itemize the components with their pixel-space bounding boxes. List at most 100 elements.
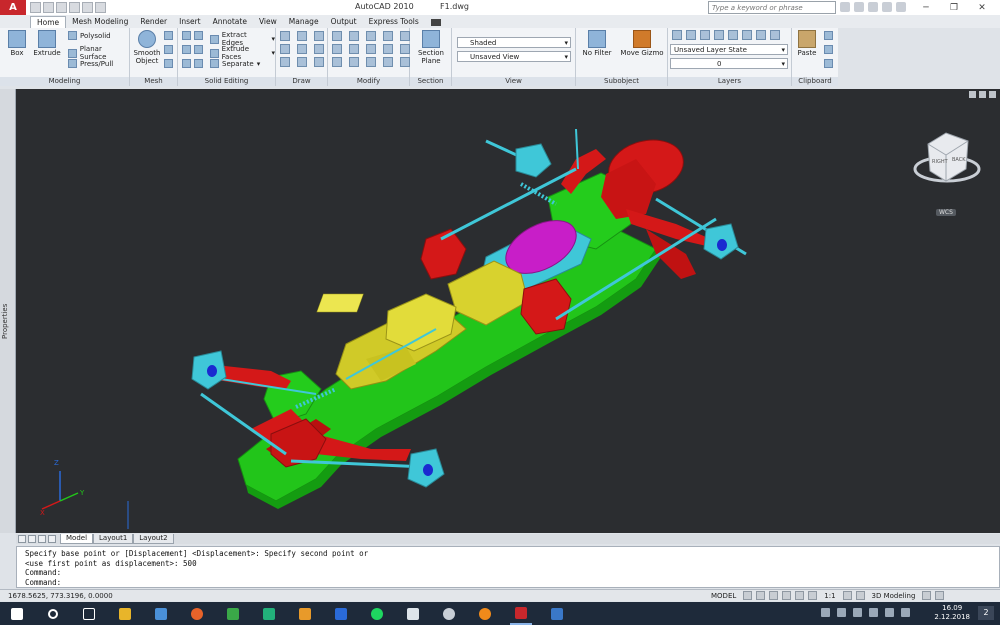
rotate-icon[interactable]: [366, 31, 376, 41]
press-pull-button[interactable]: Press/Pull: [68, 59, 113, 68]
3d-array-icon[interactable]: [349, 44, 359, 54]
save-icon[interactable]: [56, 2, 67, 13]
application-menu-button[interactable]: A: [0, 0, 26, 15]
taskbar-task-view[interactable]: [78, 603, 100, 625]
action-center-button[interactable]: 2: [978, 606, 994, 620]
layer-match-icon[interactable]: [742, 30, 752, 40]
taskbar-search[interactable]: [42, 603, 64, 625]
chevron-up-icon[interactable]: [853, 608, 862, 617]
panel-title-mesh[interactable]: Mesh: [130, 77, 177, 86]
ellipse-icon[interactable]: [314, 57, 324, 67]
tab-render[interactable]: Render: [134, 16, 173, 28]
panel-title-modeling[interactable]: Modeling: [0, 77, 129, 86]
tab-insert[interactable]: Insert: [173, 16, 207, 28]
panel-title-view[interactable]: View: [452, 77, 575, 86]
auto-scale-icon[interactable]: [855, 591, 865, 600]
layer-properties-icon[interactable]: [672, 30, 682, 40]
properties-palette-bar[interactable]: Properties: [0, 89, 16, 533]
viewcube-right-label[interactable]: RIGHT: [932, 159, 948, 165]
people-icon[interactable]: [821, 608, 830, 617]
minimize-icon[interactable]: ─: [912, 0, 940, 15]
tab-model[interactable]: Model: [60, 534, 94, 544]
named-view-dropdown[interactable]: Unsaved View: [457, 51, 571, 62]
offset-icon[interactable]: [332, 57, 342, 67]
favorites-icon[interactable]: [882, 2, 892, 12]
polygon-icon[interactable]: [280, 57, 290, 67]
quick-view-drawings-icon[interactable]: [756, 591, 766, 600]
separate-button[interactable]: Separate ▾: [210, 59, 260, 68]
intersect-button[interactable]: [182, 45, 203, 54]
no-filter-button[interactable]: No Filter: [580, 30, 614, 57]
3d-move-icon[interactable]: [349, 31, 359, 41]
align-icon[interactable]: [366, 44, 376, 54]
quick-view-layouts-icon[interactable]: [743, 591, 753, 600]
new-icon[interactable]: [30, 2, 41, 13]
coordinates-readout[interactable]: 1678.5625, 773.3196, 0.0000: [8, 592, 148, 600]
move-gizmo-button[interactable]: Move Gizmo: [620, 30, 664, 57]
erase-icon[interactable]: [383, 57, 393, 67]
maximize-icon[interactable]: ❐: [940, 0, 968, 15]
match-properties-button[interactable]: [824, 59, 833, 68]
search-input[interactable]: [709, 3, 835, 12]
onedrive-icon[interactable]: [869, 608, 878, 617]
taskbar-autocad[interactable]: [510, 603, 532, 625]
lock-icon[interactable]: [922, 591, 932, 600]
showmotion-icon[interactable]: [808, 591, 818, 600]
tab-manage[interactable]: Manage: [283, 16, 325, 28]
3d-rotate-icon[interactable]: [383, 31, 393, 41]
construction-line-icon[interactable]: [297, 44, 307, 54]
clean-screen-icon[interactable]: [935, 591, 945, 600]
tab-view[interactable]: View: [253, 16, 283, 28]
office-icon[interactable]: [837, 608, 846, 617]
model-viewport[interactable]: RIGHT BACK WCS Z Y X: [16, 89, 1000, 533]
taskbar-calculator[interactable]: [258, 603, 280, 625]
command-input[interactable]: [63, 577, 664, 587]
redo-icon[interactable]: [82, 2, 93, 13]
copy-icon[interactable]: [332, 44, 342, 54]
plot-icon[interactable]: [95, 2, 106, 13]
first-layout-icon[interactable]: [18, 535, 26, 543]
tab-layout2[interactable]: Layout2: [133, 534, 174, 544]
panel-title-solid-editing[interactable]: Solid Editing: [178, 77, 275, 86]
polysolid-button[interactable]: Polysolid: [68, 31, 111, 40]
search-icon[interactable]: [840, 2, 850, 12]
tab-express-tools[interactable]: Express Tools: [363, 16, 425, 28]
polyline-icon[interactable]: [297, 31, 307, 41]
undo-icon[interactable]: [69, 2, 80, 13]
layer-off-icon[interactable]: [686, 30, 696, 40]
model-space-toggle[interactable]: MODEL: [708, 592, 739, 600]
layer-lock-icon[interactable]: [728, 30, 738, 40]
panel-title-layers[interactable]: Layers: [668, 77, 791, 86]
box-button[interactable]: Box: [2, 30, 32, 57]
taskbar-spotify[interactable]: [366, 603, 388, 625]
layer-freeze-icon[interactable]: [714, 30, 724, 40]
mesh-tool-2[interactable]: [164, 45, 173, 54]
taskbar-app-cloud[interactable]: [438, 603, 460, 625]
layer-walk-icon[interactable]: [770, 30, 780, 40]
layer-previous-icon[interactable]: [756, 30, 766, 40]
panel-title-draw[interactable]: Draw: [276, 77, 327, 86]
wcs-button[interactable]: WCS: [936, 209, 956, 216]
visual-style-dropdown[interactable]: Shaded: [457, 37, 571, 48]
clock[interactable]: 16.09 2.12.2018: [934, 604, 970, 622]
taskbar-photos[interactable]: [330, 603, 352, 625]
annotation-scale[interactable]: 1:1: [821, 592, 838, 600]
arc-icon[interactable]: [314, 31, 324, 41]
section-plane-button[interactable]: Section Plane: [416, 30, 446, 65]
thicken-button[interactable]: [182, 59, 203, 68]
layer-isolate-icon[interactable]: [700, 30, 710, 40]
start-button[interactable]: [6, 603, 28, 625]
tab-output[interactable]: Output: [325, 16, 363, 28]
prev-layout-icon[interactable]: [28, 535, 36, 543]
taskbar-app-orange[interactable]: [474, 603, 496, 625]
next-layout-icon[interactable]: [38, 535, 46, 543]
stretch-icon[interactable]: [366, 57, 376, 67]
panel-title-section[interactable]: Section: [410, 77, 451, 86]
pan-icon[interactable]: [769, 591, 779, 600]
annotation-visibility-icon[interactable]: [842, 591, 852, 600]
taskbar-media[interactable]: [294, 603, 316, 625]
close-icon[interactable]: ✕: [968, 0, 996, 15]
tab-mesh-modeling[interactable]: Mesh Modeling: [66, 16, 134, 28]
mesh-tool-3[interactable]: [164, 59, 173, 68]
tab-home[interactable]: Home: [30, 16, 67, 28]
